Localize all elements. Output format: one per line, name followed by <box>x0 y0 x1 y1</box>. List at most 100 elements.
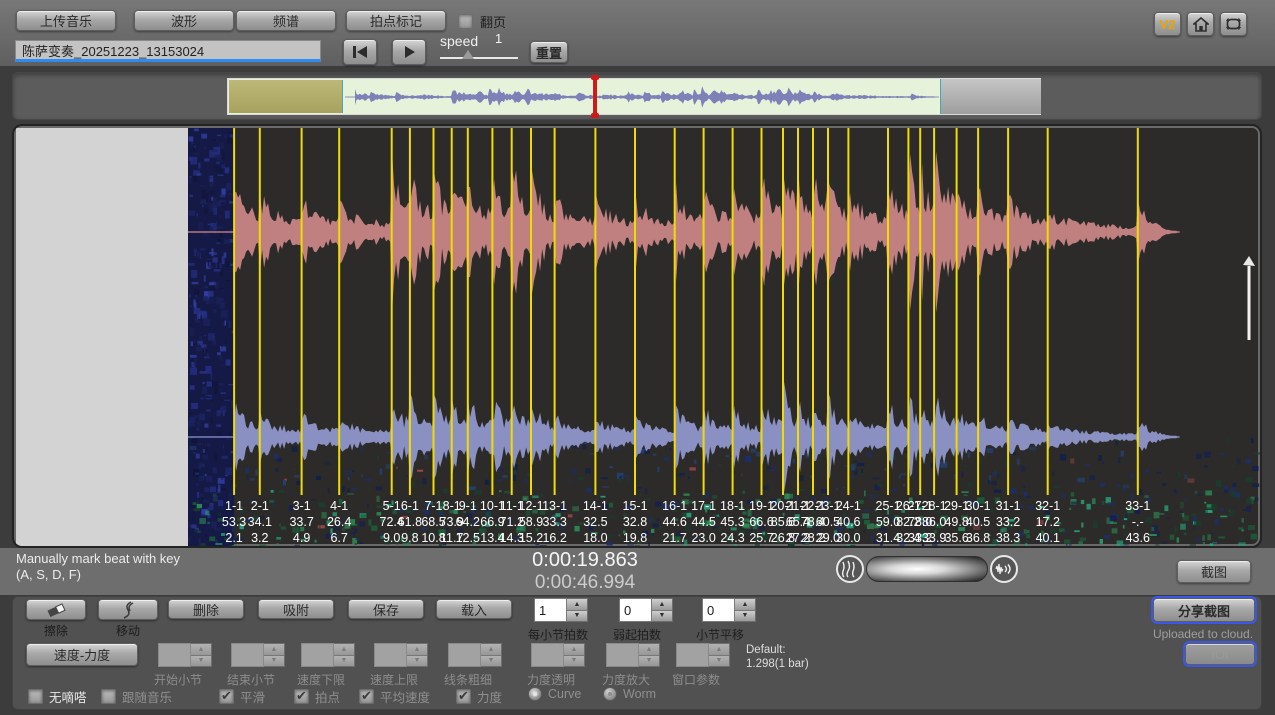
tempo-dynamics-button[interactable]: 速度-力度 <box>26 643 138 666</box>
stepper-value[interactable] <box>606 643 639 667</box>
spin-up-icon[interactable]: ▲ <box>264 644 284 656</box>
speed-slider-track[interactable] <box>440 57 518 59</box>
wave-quiet-icon[interactable] <box>836 555 864 583</box>
checkbox-平均速度[interactable] <box>359 689 374 704</box>
spin-down-icon[interactable]: ▼ <box>639 656 659 667</box>
scale-handle-icon[interactable] <box>1240 252 1258 342</box>
spin-up-icon[interactable]: ▲ <box>735 599 755 611</box>
spin-down-icon[interactable]: ▼ <box>334 656 354 667</box>
spectrum-button[interactable]: 频谱 <box>236 10 336 31</box>
radio-label: Worm <box>623 687 656 701</box>
spin-down-icon[interactable]: ▼ <box>264 656 284 667</box>
beat-label[interactable]: 2-1 34.1 3.2 <box>248 498 272 546</box>
beat-label[interactable]: 28-1 86.0 33.9 <box>922 498 947 546</box>
page-turn-checkbox[interactable] <box>458 14 473 29</box>
stepper-value[interactable] <box>676 643 709 667</box>
stepper-value[interactable] <box>702 598 735 622</box>
stepper-value[interactable] <box>374 643 407 667</box>
save-button[interactable]: 保存 <box>348 599 424 619</box>
load-button[interactable]: 载入 <box>436 599 512 619</box>
delete-button[interactable]: 删除 <box>168 599 244 619</box>
beat-label[interactable]: 9-1 64.2 12.5 <box>456 498 480 546</box>
waveform-button[interactable]: 波形 <box>134 10 234 31</box>
speed-slider-thumb[interactable] <box>462 50 474 59</box>
beat-label[interactable]: 3-1 33.7 4.9 <box>289 498 313 546</box>
beat-label[interactable]: 6-1 61.8 9.8 <box>398 498 422 546</box>
spin-down-icon[interactable]: ▼ <box>407 656 427 667</box>
move-tool-label: 移动 <box>98 622 158 639</box>
spin-down-icon[interactable]: ▼ <box>652 611 672 622</box>
stepper-label: 弱起拍数 <box>613 626 661 643</box>
erase-tool-button[interactable] <box>26 599 86 620</box>
radio-Curve[interactable] <box>528 687 542 701</box>
beat-label[interactable]: 24-1 40.6 30.0 <box>836 498 861 546</box>
option-跟随音乐: 跟随音乐 <box>101 687 172 706</box>
beat-label[interactable]: 31-1 33.2 38.3 <box>996 498 1021 546</box>
stepper-value[interactable] <box>231 643 264 667</box>
beat-mark-button[interactable]: 拍点标记 <box>346 10 446 31</box>
beat-label[interactable]: 4-1 26.4 6.7 <box>327 498 351 546</box>
skip-back-button[interactable] <box>343 39 377 65</box>
checkbox-无嘀嗒[interactable] <box>28 689 43 704</box>
checkbox-平滑[interactable] <box>219 689 234 704</box>
spin-up-icon[interactable]: ▲ <box>481 644 501 656</box>
spectrogram-area[interactable]: 1-1 53.3 2.12-1 34.1 3.2 3-1 33.7 4.9 4-1 … <box>188 128 1260 548</box>
stepper-spin: ▲▼ <box>564 643 585 667</box>
move-icon <box>120 601 136 619</box>
overview-panel <box>12 72 1262 120</box>
beat-label[interactable]: 17-1 44.5 23.0 <box>691 498 716 546</box>
beat-label[interactable]: 30-1 40.5 36.8 <box>966 498 991 546</box>
beat-label[interactable]: 15-1 32.8 19.8 <box>623 498 648 546</box>
beat-label[interactable]: 13-1 33.3 16.2 <box>542 498 567 546</box>
screenshot-button[interactable]: 截图 <box>1177 560 1251 583</box>
spin-up-icon[interactable]: ▲ <box>639 644 659 656</box>
home-button[interactable] <box>1187 12 1214 36</box>
beat-label[interactable]: 1-1 53.3 2.1 <box>222 498 246 546</box>
app-root: 上传音乐 波形 频谱 拍点标记 翻页 speed 1 重置 V2 <box>0 0 1275 715</box>
stepper-value[interactable] <box>301 643 334 667</box>
beat-label[interactable]: 18-1 45.3 24.3 <box>720 498 745 546</box>
fullscreen-button[interactable] <box>1220 12 1247 36</box>
checkbox-拍点[interactable] <box>294 689 309 704</box>
spin-down-icon[interactable]: ▼ <box>564 656 584 667</box>
stepper-spin: ▲▼ <box>709 643 730 667</box>
ioi-button[interactable]: IOI <box>1185 643 1255 665</box>
wave-loud-icon[interactable] <box>990 555 1018 583</box>
volume-slider[interactable] <box>866 556 988 582</box>
share-screenshot-button[interactable]: 分享截图 <box>1153 598 1255 622</box>
stepper-value[interactable] <box>448 643 481 667</box>
beat-label[interactable]: 14-1 32.5 18.0 <box>583 498 608 546</box>
play-button[interactable] <box>392 39 426 65</box>
beat-label[interactable]: 32-1 17.2 40.1 <box>1035 498 1060 546</box>
snap-button[interactable]: 吸附 <box>258 599 334 619</box>
spin-down-icon[interactable]: ▼ <box>735 611 755 622</box>
spin-up-icon[interactable]: ▲ <box>652 599 672 611</box>
radio-Worm[interactable] <box>603 687 617 701</box>
spin-up-icon[interactable]: ▲ <box>709 644 729 656</box>
spin-up-icon[interactable]: ▲ <box>191 644 211 656</box>
move-tool-button[interactable] <box>98 599 158 620</box>
overview-playhead[interactable] <box>593 75 597 118</box>
reset-button[interactable]: 重置 <box>530 41 568 63</box>
beat-label[interactable]: 33-1 -.- 43.6 <box>1125 498 1150 546</box>
v2-button[interactable]: V2 <box>1154 12 1181 36</box>
stepper-value[interactable] <box>534 598 567 622</box>
filename-input[interactable] <box>15 40 321 62</box>
spin-up-icon[interactable]: ▲ <box>564 644 584 656</box>
spin-up-icon[interactable]: ▲ <box>334 644 354 656</box>
spin-down-icon[interactable]: ▼ <box>709 656 729 667</box>
checkbox-力度[interactable] <box>456 689 471 704</box>
spin-down-icon[interactable]: ▼ <box>481 656 501 667</box>
beat-label[interactable]: 12-1 58.9 15.2 <box>519 498 544 546</box>
upload-music-button[interactable]: 上传音乐 <box>16 10 116 31</box>
spin-up-icon[interactable]: ▲ <box>567 599 587 611</box>
stepper-value[interactable] <box>158 643 191 667</box>
beat-label[interactable]: 16-1 44.6 21.7 <box>662 498 687 546</box>
stepper-value[interactable] <box>619 598 652 622</box>
stepper-value[interactable] <box>531 643 564 667</box>
overview-strip[interactable] <box>227 78 1041 115</box>
spin-down-icon[interactable]: ▼ <box>567 611 587 622</box>
spin-down-icon[interactable]: ▼ <box>191 656 211 667</box>
spin-up-icon[interactable]: ▲ <box>407 644 427 656</box>
checkbox-跟随音乐[interactable] <box>101 689 116 704</box>
